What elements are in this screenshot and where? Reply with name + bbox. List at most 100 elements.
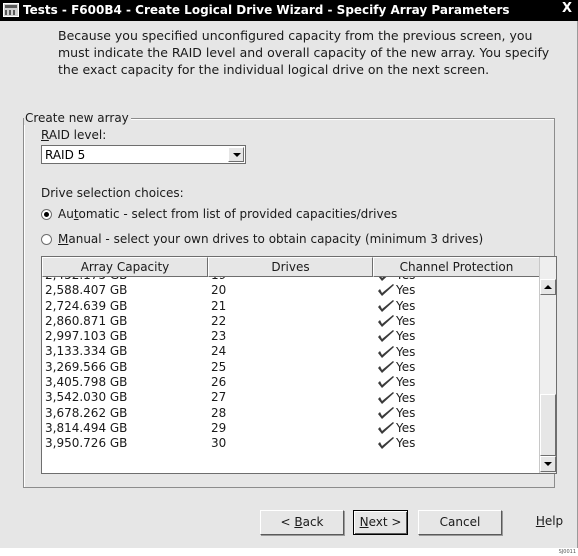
app-window-icon: [3, 3, 19, 17]
cell-protection: Yes: [373, 375, 540, 390]
manual-radio-label[interactable]: Manual - select your own drives to obtai…: [58, 232, 483, 246]
intro-text: Because you specified unconfigured capac…: [58, 28, 550, 77]
checkmark-icon: [378, 330, 394, 343]
cell-protection-value: Yes: [396, 390, 416, 405]
drive-selection-label: Drive selection choices:: [41, 186, 184, 200]
column-header-drives[interactable]: Drives: [208, 257, 373, 277]
table-row[interactable]: 3,814.494 GB 29 Yes: [42, 421, 540, 436]
manual-radio[interactable]: [41, 234, 52, 245]
cell-protection-value: Yes: [396, 421, 416, 436]
back-button[interactable]: < Back: [260, 510, 344, 535]
cell-protection-value: Yes: [396, 436, 416, 451]
checkmark-icon: [378, 422, 394, 435]
table-row[interactable]: 3,678.262 GB 28 Yes: [42, 406, 540, 421]
cell-protection: Yes: [373, 299, 540, 314]
table-row[interactable]: 3,542.030 GB 27 Yes: [42, 390, 540, 405]
cell-drives: 21: [211, 298, 227, 313]
cell-capacity: 2,588.407 GB: [45, 283, 128, 298]
table-row[interactable]: 2,860.871 GB 22 Yes: [42, 314, 540, 329]
cell-drives: 20: [211, 283, 227, 298]
checkmark-icon: [378, 277, 387, 282]
cell-protection: Yes: [373, 344, 540, 359]
cell-protection-value: Yes: [396, 298, 416, 313]
cell-capacity: 3,405.798 GB: [45, 375, 128, 390]
raid-level-select[interactable]: RAID 5: [41, 145, 246, 164]
cell-protection-value: Yes: [396, 329, 416, 344]
checkmark-icon: [378, 391, 394, 404]
cell-protection-value: Yes: [396, 405, 416, 420]
capacity-table[interactable]: Array Capacity Drives Channel Protection…: [41, 256, 557, 474]
cell-drives: 28: [211, 405, 227, 420]
cell-drives: 27: [211, 390, 227, 405]
cell-protection-value: Yes: [396, 314, 416, 329]
column-header-array-capacity[interactable]: Array Capacity: [42, 257, 208, 277]
cell-capacity: 3,950.726 GB: [45, 436, 128, 451]
checkmark-icon: [378, 345, 394, 358]
checkmark-icon: [378, 376, 394, 389]
raid-level-value: RAID 5: [45, 148, 86, 162]
automatic-radio[interactable]: [41, 209, 52, 220]
cell-protection: Yes: [373, 329, 540, 344]
cell-capacity: 2,860.871 GB: [45, 313, 128, 328]
table-row[interactable]: 2,724.639 GB 21 Yes: [42, 299, 540, 314]
cell-protection-value: Yes: [396, 277, 415, 283]
cell-protection: Yes: [373, 360, 540, 375]
cell-capacity: 2,724.639 GB: [45, 298, 128, 313]
checkmark-icon: [378, 284, 394, 297]
group-legend: Create new array: [24, 111, 131, 125]
checkmark-icon: [378, 360, 394, 373]
table-header: Array Capacity Drives Channel Protection: [42, 257, 540, 277]
cell-drives: 30: [211, 436, 227, 451]
cell-capacity: 3,269.566 GB: [45, 359, 128, 374]
cell-capacity: 3,542.030 GB: [45, 390, 128, 405]
scroll-thumb[interactable]: [540, 394, 556, 456]
window-title: Tests - F600B4 - Create Logical Drive Wi…: [23, 3, 510, 17]
title-bar[interactable]: Tests - F600B4 - Create Logical Drive Wi…: [0, 0, 578, 21]
table-body: 2,452.175 GB19Yes2,588.407 GB20Yes2,724.…: [42, 277, 540, 473]
cell-drives: 29: [211, 420, 227, 435]
cell-protection: Yes: [373, 283, 540, 298]
checkmark-icon: [378, 299, 394, 312]
checkmark-icon: [378, 315, 394, 328]
table-row[interactable]: 3,269.566 GB 25 Yes: [42, 360, 540, 375]
table-row[interactable]: 2,588.407 GB 20 Yes: [42, 283, 540, 298]
scroll-up-button[interactable]: [540, 279, 556, 295]
column-header-channel-protection[interactable]: Channel Protection: [373, 257, 540, 277]
cell-protection: Yes: [373, 421, 540, 436]
scroll-down-button[interactable]: [540, 456, 556, 472]
table-row[interactable]: 3,133.334 GB 24 Yes: [42, 344, 540, 359]
table-row[interactable]: 3,405.798 GB 26 Yes: [42, 375, 540, 390]
cell-protection-value: Yes: [396, 375, 416, 390]
cell-drives: 23: [211, 329, 227, 344]
cell-protection-value: Yes: [396, 359, 416, 374]
cell-capacity: 2,997.103 GB: [45, 329, 128, 344]
raid-level-label: RAID level:: [41, 128, 107, 142]
cell-protection: Yes: [373, 390, 540, 405]
automatic-radio-label[interactable]: Automatic - select from list of provided…: [58, 207, 397, 221]
cell-protection-value: Yes: [396, 283, 416, 298]
cell-capacity: 3,133.334 GB: [45, 344, 128, 359]
next-button[interactable]: Next >: [353, 510, 408, 535]
cell-protection: Yes: [373, 436, 540, 451]
table-row[interactable]: 3,950.726 GB 30 Yes: [42, 436, 540, 451]
cell-capacity: 3,678.262 GB: [45, 405, 128, 420]
cell-drives: 24: [211, 344, 227, 359]
wizard-dialog: Tests - F600B4 - Create Logical Drive Wi…: [0, 0, 578, 548]
cell-drives: 25: [211, 359, 227, 374]
chevron-down-icon[interactable]: [228, 147, 244, 162]
checkmark-icon: [378, 437, 394, 450]
figure-id-label: SJ0011: [558, 549, 576, 555]
table-rows: 2,452.175 GB19Yes2,588.407 GB20Yes2,724.…: [42, 277, 540, 452]
vertical-scrollbar[interactable]: [539, 257, 556, 473]
cell-protection: Yes: [373, 314, 540, 329]
help-button[interactable]: Help: [521, 510, 578, 535]
close-icon[interactable]: X: [560, 1, 574, 17]
cell-drives: 26: [211, 375, 227, 390]
cell-drives: 22: [211, 313, 227, 328]
table-row[interactable]: 2,997.103 GB 23 Yes: [42, 329, 540, 344]
checkmark-icon: [378, 406, 394, 419]
cell-capacity: 3,814.494 GB: [45, 420, 128, 435]
cell-protection-value: Yes: [396, 344, 416, 359]
cell-protection: Yes: [373, 406, 540, 421]
cancel-button[interactable]: Cancel: [418, 510, 502, 535]
